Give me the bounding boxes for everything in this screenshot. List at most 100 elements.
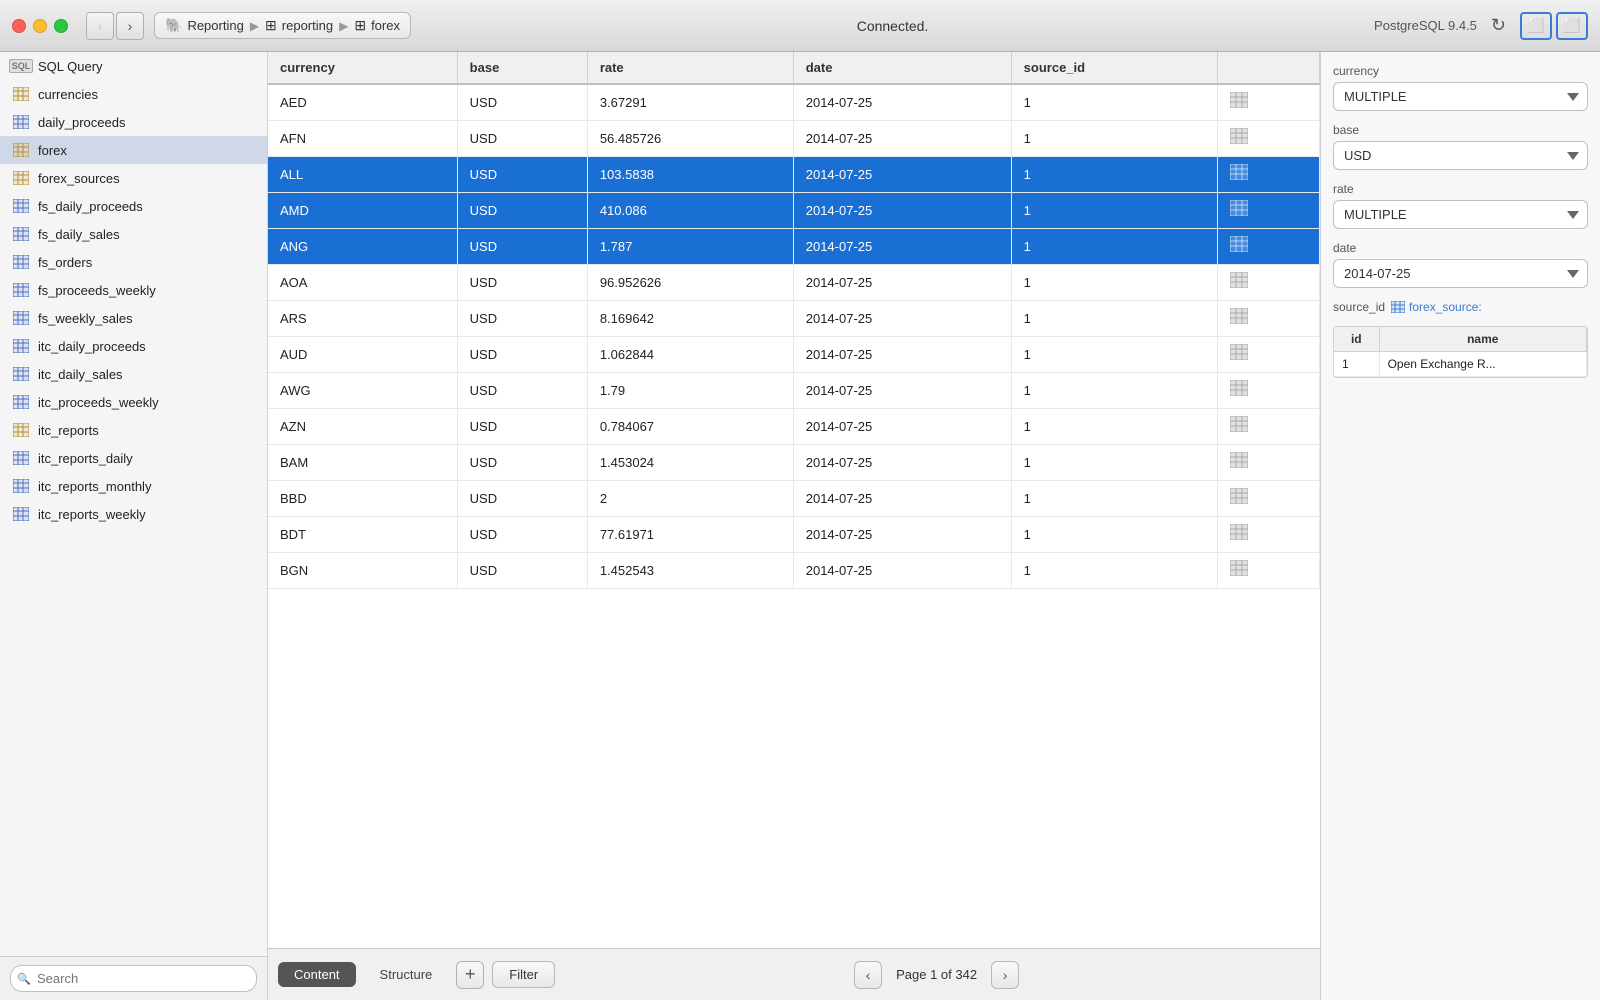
cell-action[interactable] [1217,553,1319,589]
table-row[interactable]: ARSUSD8.1696422014-07-251 [268,301,1320,337]
cell-date: 2014-07-25 [793,84,1011,121]
filter-select-date[interactable]: 2014-07-25 [1333,259,1588,288]
sidebar-item-label: fs_daily_sales [38,227,120,242]
grid-icon [13,143,29,157]
sidebar-item-fs-proceeds-weekly[interactable]: fs_proceeds_weekly [0,276,267,304]
sidebar-item-itc-proceeds-weekly[interactable]: itc_proceeds_weekly [0,388,267,416]
schema-icon: ⊞ [265,17,277,34]
filter-select-base[interactable]: USD [1333,141,1588,170]
next-page-button[interactable]: › [991,961,1019,989]
sidebar-item-daily-proceeds[interactable]: daily_proceeds [0,108,267,136]
cell-action[interactable] [1217,121,1319,157]
filter-select-currency[interactable]: MULTIPLE [1333,82,1588,111]
sidebar-item-sql-query[interactable]: SQLSQL Query [0,52,267,80]
sidebar-item-itc-daily-proceeds[interactable]: itc_daily_proceeds [0,332,267,360]
col-header-source_id: source_id [1011,52,1217,84]
right-panel: currencyMULTIPLEbaseUSDrateMULTIPLEdate2… [1320,52,1600,1000]
table-row[interactable]: AEDUSD3.672912014-07-251 [268,84,1320,121]
elephant-icon: 🐘 [165,17,182,34]
source-id-row: source_id forex_source: [1333,300,1588,314]
close-button[interactable] [12,19,26,33]
cell-action[interactable] [1217,193,1319,229]
sidebar-item-currencies[interactable]: currencies [0,80,267,108]
sidebar-item-itc-reports[interactable]: itc_reports [0,416,267,444]
cell-action[interactable] [1217,481,1319,517]
connection-status: Connected. [421,18,1364,34]
filter-button[interactable]: Filter [492,961,555,988]
table-row[interactable]: AZNUSD0.7840672014-07-251 [268,409,1320,445]
sidebar-item-icon [12,226,30,242]
view-left-button[interactable]: ⬜ [1520,12,1552,40]
cell-action[interactable] [1217,229,1319,265]
cell-action[interactable] [1217,337,1319,373]
refresh-button[interactable]: ↻ [1487,11,1510,40]
col-header-currency: currency [268,52,457,84]
titlebar: ‹ › 🐘 Reporting ▶ ⊞ reporting ▶ ⊞ forex … [0,0,1600,52]
grid-icon [13,395,29,409]
cell-base: USD [457,157,587,193]
breadcrumb-schema[interactable]: ⊞ reporting [265,17,333,34]
prev-page-button[interactable]: ‹ [854,961,882,989]
structure-tab[interactable]: Structure [364,962,449,987]
content-tab[interactable]: Content [278,962,356,987]
table-row[interactable]: ALLUSD103.58382014-07-251 [268,157,1320,193]
cell-action[interactable] [1217,409,1319,445]
cell-date: 2014-07-25 [793,229,1011,265]
pg-version: PostgreSQL 9.4.5 [1374,18,1477,33]
cell-action[interactable] [1217,373,1319,409]
row-table-icon [1230,128,1248,144]
filter-label-currency: currency [1333,64,1588,78]
sidebar-item-itc-daily-sales[interactable]: itc_daily_sales [0,360,267,388]
sidebar-item-icon [12,170,30,186]
add-row-button[interactable]: + [456,961,484,989]
table-row[interactable]: BDTUSD77.619712014-07-251 [268,517,1320,553]
sidebar-item-label: itc_daily_proceeds [38,339,146,354]
table-row[interactable]: BBDUSD22014-07-251 [268,481,1320,517]
table-row[interactable]: BAMUSD1.4530242014-07-251 [268,445,1320,481]
cell-action[interactable] [1217,84,1319,121]
cell-action[interactable] [1217,301,1319,337]
nav-arrows: ‹ › [86,12,144,40]
minimize-button[interactable] [33,19,47,33]
row-table-icon [1230,416,1248,432]
cell-base: USD [457,121,587,157]
search-input[interactable] [10,965,257,992]
cell-action[interactable] [1217,157,1319,193]
view-right-button[interactable]: ⬜ [1556,12,1588,40]
cell-action[interactable] [1217,517,1319,553]
row-table-icon [1230,308,1248,324]
cell-date: 2014-07-25 [793,517,1011,553]
cell-currency: AED [268,84,457,121]
cell-action[interactable] [1217,265,1319,301]
source-id-link[interactable]: forex_source: [1391,300,1482,314]
table-row[interactable]: AWGUSD1.792014-07-251 [268,373,1320,409]
sidebar-item-icon [12,282,30,298]
sidebar-item-itc-reports-daily[interactable]: itc_reports_daily [0,444,267,472]
table-row[interactable]: ANGUSD1.7872014-07-251 [268,229,1320,265]
grid-icon [13,423,29,437]
cell-source_id: 1 [1011,409,1217,445]
breadcrumb-db[interactable]: 🐘 Reporting [165,17,244,34]
sidebar-item-fs-daily-sales[interactable]: fs_daily_sales [0,220,267,248]
table-row[interactable]: AMDUSD410.0862014-07-251 [268,193,1320,229]
filter-select-rate[interactable]: MULTIPLE [1333,200,1588,229]
sidebar-item-forex-sources[interactable]: forex_sources [0,164,267,192]
sidebar-item-itc-reports-weekly[interactable]: itc_reports_weekly [0,500,267,528]
back-button[interactable]: ‹ [86,12,114,40]
table-row[interactable]: AUDUSD1.0628442014-07-251 [268,337,1320,373]
sidebar-item-forex[interactable]: forex [0,136,267,164]
cell-source_id: 1 [1011,229,1217,265]
cell-date: 2014-07-25 [793,265,1011,301]
table-row[interactable]: BGNUSD1.4525432014-07-251 [268,553,1320,589]
grid-icon [13,451,29,465]
maximize-button[interactable] [54,19,68,33]
cell-action[interactable] [1217,445,1319,481]
table-row[interactable]: AOAUSD96.9526262014-07-251 [268,265,1320,301]
sidebar-item-itc-reports-monthly[interactable]: itc_reports_monthly [0,472,267,500]
sidebar-item-fs-orders[interactable]: fs_orders [0,248,267,276]
sidebar-item-fs-daily-proceeds[interactable]: fs_daily_proceeds [0,192,267,220]
sidebar-item-fs-weekly-sales[interactable]: fs_weekly_sales [0,304,267,332]
forward-button[interactable]: › [116,12,144,40]
breadcrumb-table[interactable]: ⊞ forex [354,17,400,34]
table-row[interactable]: AFNUSD56.4857262014-07-251 [268,121,1320,157]
